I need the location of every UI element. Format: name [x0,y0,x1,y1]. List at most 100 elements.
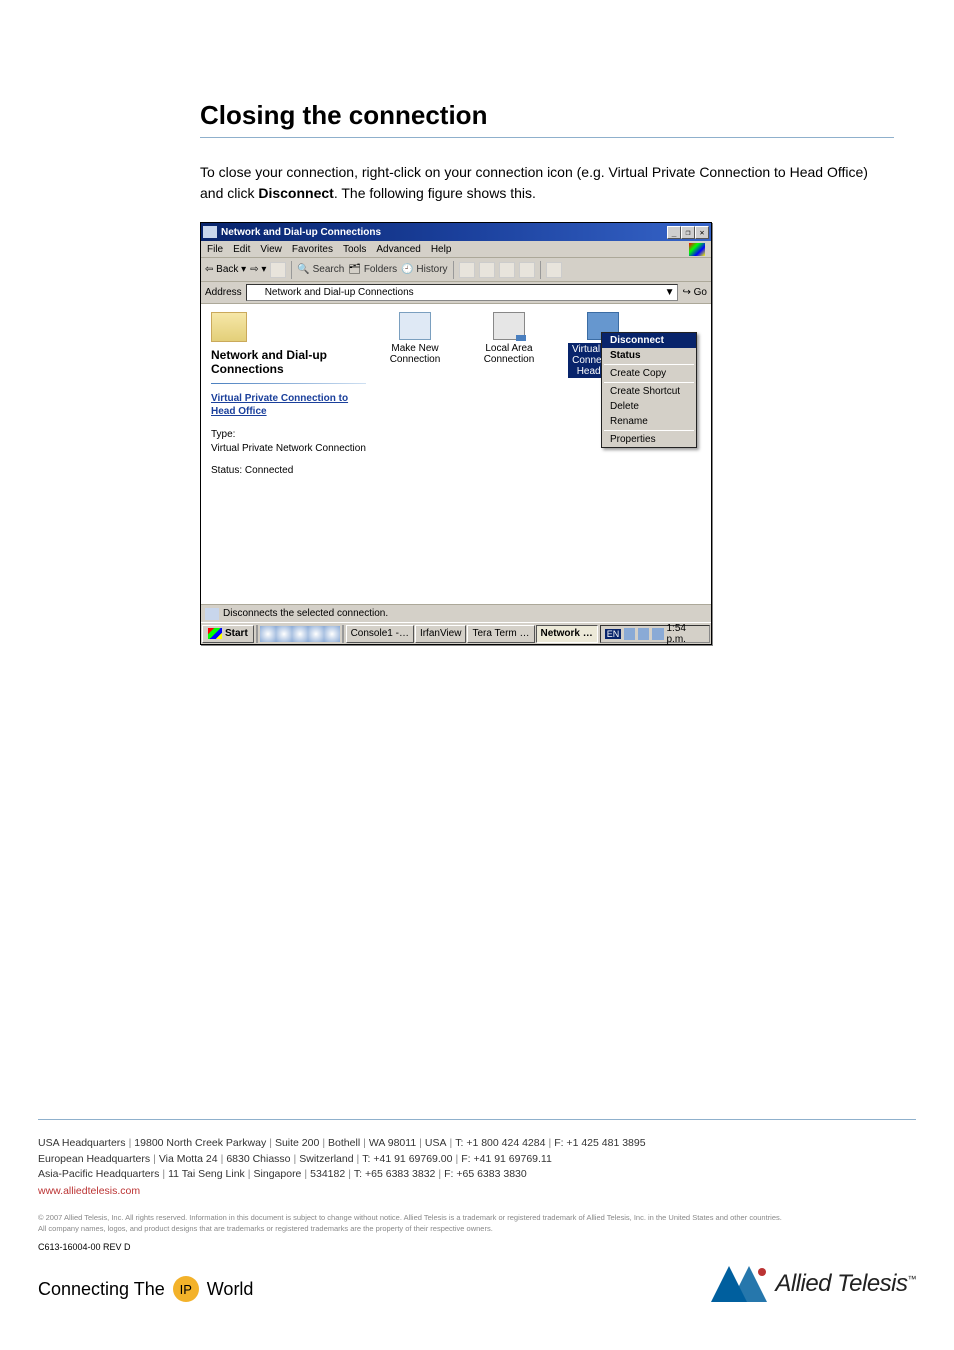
start-label: Start [225,628,248,639]
start-button[interactable]: Start [202,625,254,643]
toolbar-history-label: History [416,264,447,275]
brand-name: Allied Telesis™ [775,1270,916,1298]
menu-create-copy[interactable]: Create Copy [602,366,696,381]
titlebar-icon [203,226,217,238]
ql-ie-icon[interactable] [276,626,292,642]
hq-part: WA 98011 [369,1137,416,1149]
toolbar-moveto-icon[interactable] [459,262,475,278]
heading-rule [200,137,894,138]
addressbar-label: Address [205,287,242,298]
window-buttons: _ ❐ ✕ [667,226,709,239]
addressbar-go-label: Go [694,287,707,298]
side-status-value: Connected [245,465,293,476]
context-menu: Disconnect Status Create Copy Create Sho… [601,332,697,448]
task-console1[interactable]: Console1 -… [346,625,414,643]
ql-app3-icon[interactable] [324,626,340,642]
toolbar-folders-label: Folders [364,264,397,275]
icon-label: Local Area Connection [474,343,544,365]
tray-icon-1[interactable] [624,628,635,640]
menu-advanced[interactable]: Advanced [376,244,420,255]
minimize-button[interactable]: _ [667,226,681,239]
footer: USA Headquarters|19800 North Creek Parkw… [38,1136,916,1302]
system-tray: EN 1:54 p.m. [600,625,710,643]
menu-rename[interactable]: Rename [602,414,696,429]
menu-help[interactable]: Help [431,244,452,255]
menu-edit[interactable]: Edit [233,244,250,255]
close-button[interactable]: ✕ [695,226,709,239]
toolbar-folders[interactable]: 🗂 Folders [348,264,397,275]
toolbar-delete-icon[interactable] [499,262,515,278]
footer-eur: European Headquarters|Via Motta 24|6830 … [38,1152,916,1168]
hq-part: F: +1 425 481 3895 [554,1137,645,1149]
task-irfanview[interactable]: IrfanView [415,625,467,643]
titlebar: Network and Dial-up Connections _ ❐ ✕ [201,223,711,241]
addressbar-dropdown-icon[interactable]: ▼ [665,287,675,298]
task-buttons: Console1 -… IrfanView Tera Term … Networ… [346,625,598,643]
ip-circle-icon: IP [173,1276,199,1302]
task-network[interactable]: Network … [536,625,598,643]
statusbar-text: Disconnects the selected connection. [223,608,388,619]
addressbar-value: Network and Dial-up Connections [265,287,414,298]
windows-logo-icon [689,243,705,256]
addressbar-go[interactable]: ↪ Go [682,287,707,298]
menu-view[interactable]: View [260,244,282,255]
menu-create-shortcut[interactable]: Create Shortcut [602,384,696,399]
make-new-connection-icon [399,312,431,340]
icon-make-new-connection[interactable]: Make New Connection [380,312,450,378]
side-type-label: Type: [211,429,235,440]
side-folder-icon [211,312,247,342]
menu-favorites[interactable]: Favorites [292,244,333,255]
tray-clock: 1:54 p.m. [667,623,706,645]
side-link[interactable]: Virtual Private Connection to Head Offic… [211,392,366,418]
document-id: C613-16004-00 REV D [38,1242,916,1252]
hq-label: Asia-Pacific Headquarters [38,1168,159,1180]
hq-part: Switzerland [299,1153,353,1165]
toolbar-history[interactable]: 🕘 History [401,264,447,275]
tray-icon-2[interactable] [638,628,649,640]
statusbar-icon [205,608,219,620]
toolbar-forward[interactable]: ⇨ ▾ [250,264,266,275]
footer-url[interactable]: www.alliedtelesis.com [38,1185,916,1197]
footer-usa: USA Headquarters|19800 North Creek Parkw… [38,1136,916,1152]
toolbar-views-icon[interactable] [546,262,562,278]
hq-part: T: +65 6383 3832 [354,1168,435,1180]
local-area-connection-icon [493,312,525,340]
toolbar: ⇦ Back ▾ ⇨ ▾ 🔍 Search 🗂 Folders 🕘 Histor… [201,258,711,282]
toolbar-copyto-icon[interactable] [479,262,495,278]
instruction-text: To close your connection, right-click on… [200,162,894,204]
toolbar-undo-icon[interactable] [519,262,535,278]
icon-label: Make New Connection [380,343,450,365]
hq-part: 19800 North Creek Parkway [134,1137,266,1149]
menu-properties[interactable]: Properties [602,432,696,447]
side-panel: Network and Dial-up Connections Virtual … [201,304,376,604]
addressbar-field[interactable]: Network and Dial-up Connections ▼ [246,284,679,301]
menu-delete[interactable]: Delete [602,399,696,414]
icon-local-area-connection[interactable]: Local Area Connection [474,312,544,378]
hq-part: F: +41 91 69769.11 [461,1153,552,1165]
toolbar-back[interactable]: ⇦ Back ▾ [205,264,246,275]
toolbar-search[interactable]: 🔍 Search [297,264,344,275]
toolbar-search-label: Search [313,264,345,275]
side-header: Network and Dial-up Connections [211,348,366,377]
tagline-pre: Connecting The [38,1279,165,1300]
menu-file[interactable]: File [207,244,223,255]
legal-line-2: All company names, logos, and product de… [38,1224,916,1235]
maximize-button[interactable]: ❐ [681,226,695,239]
hq-part: 6830 Chiasso [226,1153,290,1165]
menu-tools[interactable]: Tools [343,244,366,255]
ql-desktop-icon[interactable] [260,626,276,642]
menu-disconnect[interactable]: Disconnect [602,333,696,348]
task-teraterm[interactable]: Tera Term … [467,625,534,643]
menu-status[interactable]: Status [602,348,696,363]
tray-lang[interactable]: EN [605,629,622,639]
start-flag-icon [208,628,222,639]
footer-apac: Asia-Pacific Headquarters|11 Tai Seng Li… [38,1167,916,1183]
hq-part: T: +41 91 69769.00 [362,1153,452,1165]
toolbar-up-icon[interactable] [270,262,286,278]
ql-app1-icon[interactable] [292,626,308,642]
tray-icon-3[interactable] [652,628,663,640]
side-status-label: Status: [211,465,242,476]
ql-app2-icon[interactable] [308,626,324,642]
brand-logo: Allied Telesis™ [711,1266,916,1302]
icon-area: Make New Connection Local Area Connectio… [376,304,711,604]
